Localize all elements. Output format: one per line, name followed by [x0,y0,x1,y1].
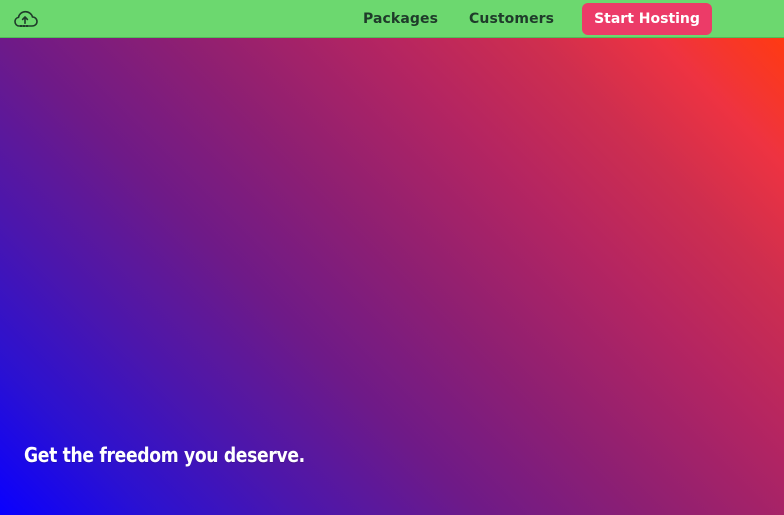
hero-tagline: Get the freedom you deserve. [24,443,305,467]
top-navigation-bar: Packages Customers Start Hosting [0,0,784,38]
landing-page: Packages Customers Start Hosting Get the… [0,0,784,515]
nav-packages-label: Packages [363,11,439,27]
start-hosting-label: Start Hosting [594,11,700,27]
hero-content: Get the freedom you deserve. [0,38,784,515]
cloud-upload-logo-icon[interactable] [12,7,38,29]
start-hosting-button[interactable]: Start Hosting [582,3,712,35]
nav-customers-label: Customers [469,11,555,27]
hero-section: Get the freedom you deserve. [0,38,784,515]
nav-customers[interactable]: Customers [469,0,554,38]
nav-packages[interactable]: Packages [363,0,438,38]
